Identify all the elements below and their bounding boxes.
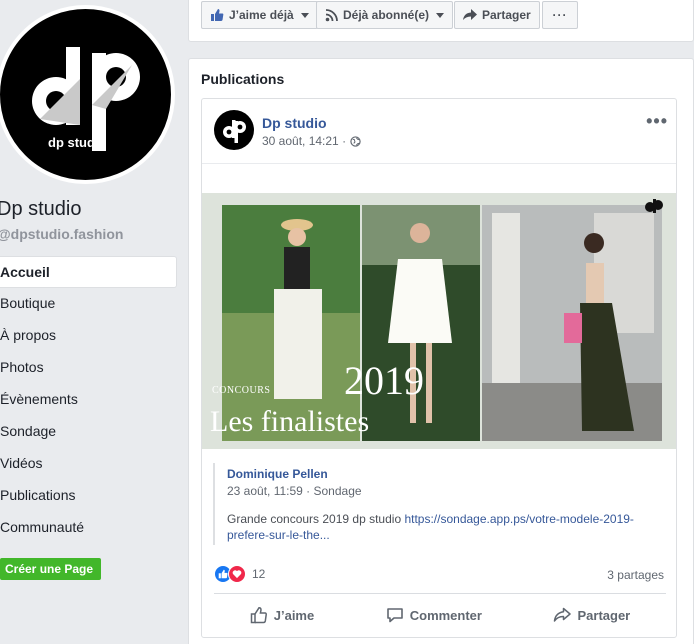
left-column: dp studio Dp studio @dpstudio.fashion Ac… — [0, 0, 185, 644]
like-page-button[interactable]: J’aime déjà — [201, 1, 318, 29]
publications-section: Publications Dp studio 30 août, 14:21 · … — [188, 58, 694, 644]
post-card: Dp studio 30 août, 14:21 · ••• CONCOURS … — [201, 98, 677, 638]
post-actions: J’aime Commenter Partager — [214, 595, 666, 635]
post-options-button[interactable]: ••• — [646, 111, 668, 132]
post-timestamp[interactable]: 30 août, 14:21 · — [262, 134, 361, 148]
love-reaction-icon — [228, 565, 246, 583]
page-nav: Accueil Boutique À propos Photos Évèneme… — [0, 256, 177, 544]
chevron-down-icon — [300, 12, 309, 18]
nav-item-boutique[interactable]: Boutique — [0, 288, 177, 320]
create-page-button[interactable]: Créer une Page — [0, 558, 102, 580]
chevron-down-icon — [436, 12, 445, 18]
post-author-name[interactable]: Dp studio — [262, 115, 327, 131]
avatar-caption: dp studio — [48, 135, 107, 150]
post-divider — [202, 163, 676, 164]
more-options-button[interactable]: ··· — [542, 1, 578, 29]
share-post-label: Partager — [577, 607, 631, 623]
nav-item-publications[interactable]: Publications — [0, 480, 177, 512]
post-author-avatar[interactable] — [214, 110, 254, 150]
nav-item-evenements[interactable]: Évènements — [0, 384, 177, 416]
follow-page-label: Déjà abonné(e) — [343, 8, 430, 22]
share-page-button[interactable]: Partager — [454, 1, 540, 29]
share-arrow-icon — [554, 607, 572, 622]
photo-concours-text: CONCOURS — [212, 385, 271, 396]
shares-count[interactable]: 3 partages — [607, 568, 664, 582]
shared-text: Grande concours 2019 dp studio https://s… — [227, 511, 667, 543]
share-page-label: Partager — [482, 8, 531, 22]
nav-item-sondage[interactable]: Sondage — [0, 416, 177, 448]
shared-author-name[interactable]: Dominique Pellen — [227, 467, 328, 481]
shared-timestamp[interactable]: 23 août, 11:59 · Sondage — [227, 484, 362, 498]
reactions-summary[interactable]: 12 — [214, 565, 265, 583]
nav-item-videos[interactable]: Vidéos — [0, 448, 177, 480]
shared-text-body: Grande concours 2019 dp studio — [227, 512, 405, 526]
reactions-count: 12 — [252, 567, 266, 581]
rss-icon — [325, 8, 338, 21]
page-avatar[interactable]: dp studio — [0, 5, 175, 184]
dp-logo-icon — [223, 120, 246, 143]
nav-item-a-propos[interactable]: À propos — [0, 320, 177, 352]
nav-item-communaute[interactable]: Communauté — [0, 512, 177, 544]
share-post-button[interactable]: Partager — [553, 607, 630, 623]
shared-post[interactable]: Dominique Pellen 23 août, 11:59 · Sondag… — [213, 463, 667, 545]
like-post-button[interactable]: J’aime — [250, 606, 314, 624]
publications-title: Publications — [201, 71, 285, 87]
comment-button[interactable]: Commenter — [386, 606, 482, 624]
post-photo[interactable]: CONCOURS 2019 Les finalistes — [202, 193, 676, 449]
follow-page-button[interactable]: Déjà abonné(e) — [316, 1, 454, 29]
share-arrow-icon — [463, 9, 477, 20]
nav-item-accueil[interactable]: Accueil — [0, 256, 177, 288]
thumbs-up-icon — [250, 607, 267, 624]
dp-logo-icon — [32, 47, 140, 151]
nav-item-photos[interactable]: Photos — [0, 352, 177, 384]
page-handle[interactable]: @dpstudio.fashion — [0, 226, 123, 242]
actions-divider — [214, 593, 666, 594]
page-name[interactable]: Dp studio — [0, 198, 82, 221]
like-post-label: J’aime — [273, 607, 315, 623]
comment-icon — [386, 608, 403, 623]
page-actions-bar: J’aime déjà Déjà abonné(e) Partager ··· — [188, 0, 694, 42]
comment-label: Commenter — [409, 607, 482, 623]
globe-icon — [350, 135, 361, 147]
like-page-label: J’aime déjà — [229, 8, 294, 22]
thumbs-up-icon — [211, 9, 224, 21]
post-time-text: 30 août, 14:21 · — [262, 134, 347, 148]
photo-year-text: 2019 — [344, 358, 424, 403]
photo-finalistes-text: Les finalistes — [210, 405, 370, 438]
